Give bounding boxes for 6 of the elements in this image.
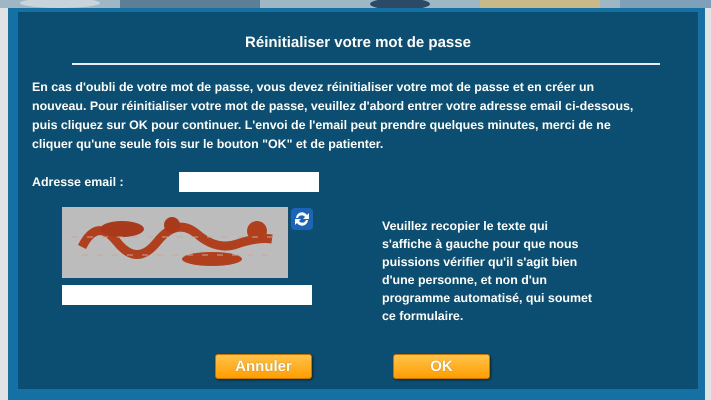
dialog-title: Réinitialiser votre mot de passe (244, 34, 472, 52)
cancel-button[interactable]: Annuler (215, 354, 312, 379)
ok-button[interactable]: OK (393, 354, 490, 379)
instructions-text: En cas d'oubli de votre mot de passe, vous devez réinitialiser votre mot de passe et en créer un nouveau. Pour réinitialiser votre mot de passe, veuillez d'abord entrer votre adresse email ci-dessous, puis cliquez sur OK pour continuer. L'envoi de l'email peut prendre quelques minutes, merci de ne cliquer qu'une seule fois sur le bouton "OK" et de patienter. (32, 79, 634, 153)
email-label: Adresse email : (32, 175, 125, 189)
captcha-hint: Veuillez recopier le texte qui s'affiche à gauche pour que nous puissions vérifier qu'il s'agit bien d'une personne, et non d'un programme automatisé, qui soumet ce formulaire. (382, 218, 593, 325)
